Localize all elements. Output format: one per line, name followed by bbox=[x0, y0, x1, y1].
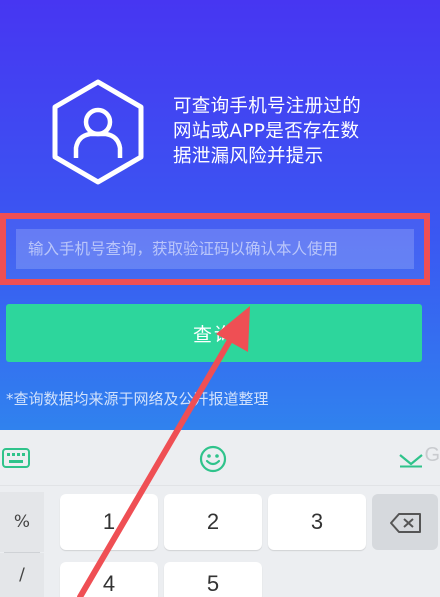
phone-number-input[interactable] bbox=[16, 229, 414, 269]
headline-line-3: 据泄漏风险并提示 bbox=[173, 146, 324, 167]
hero-section: 可查询手机号注册过的 网站或APP是否存在数 据泄漏风险并提示 查询 *查询数据… bbox=[0, 0, 440, 430]
collapse-keyboard-icon[interactable] bbox=[398, 452, 424, 468]
data-source-note: *查询数据均来源于网络及公开报道整理 bbox=[6, 390, 269, 408]
user-shield-logo-icon bbox=[52, 79, 144, 185]
keyboard-toolbar: G bbox=[0, 430, 440, 486]
query-button[interactable]: 查询 bbox=[6, 304, 422, 362]
backspace-icon bbox=[390, 513, 421, 533]
digit-key-4[interactable]: 4 bbox=[60, 562, 158, 597]
digit-key-3[interactable]: 3 bbox=[268, 494, 366, 550]
headline-line-2: 网站或APP是否存在数 bbox=[173, 121, 360, 142]
digit-key-5[interactable]: 5 bbox=[164, 562, 262, 597]
soft-keyboard: G % / 1 2 3 4 5 bbox=[0, 430, 440, 597]
headline-line-1: 可查询手机号注册过的 bbox=[173, 96, 362, 117]
digit-key-1-label: 1 bbox=[102, 509, 116, 534]
digit-key-3-label: 3 bbox=[310, 509, 324, 534]
digit-key-5-label: 5 bbox=[206, 571, 220, 596]
digit-key-4-label: 4 bbox=[102, 571, 116, 596]
phone-input-highlight bbox=[0, 213, 430, 285]
digit-key-2-label: 2 bbox=[206, 509, 220, 534]
percent-key[interactable]: % bbox=[0, 492, 44, 552]
digit-key-2[interactable]: 2 bbox=[164, 494, 262, 550]
keyboard-icon[interactable] bbox=[2, 448, 30, 468]
emoji-icon[interactable] bbox=[199, 445, 227, 473]
digit-key-1[interactable]: 1 bbox=[60, 494, 158, 550]
watermark-glyph: G bbox=[424, 444, 440, 466]
delete-key[interactable] bbox=[372, 494, 438, 550]
headline-text: 可查询手机号注册过的 网站或APP是否存在数 据泄漏风险并提示 bbox=[173, 94, 383, 169]
slash-key-label: / bbox=[19, 565, 25, 585]
percent-key-label: % bbox=[13, 512, 31, 532]
slash-key[interactable]: / bbox=[0, 553, 44, 597]
